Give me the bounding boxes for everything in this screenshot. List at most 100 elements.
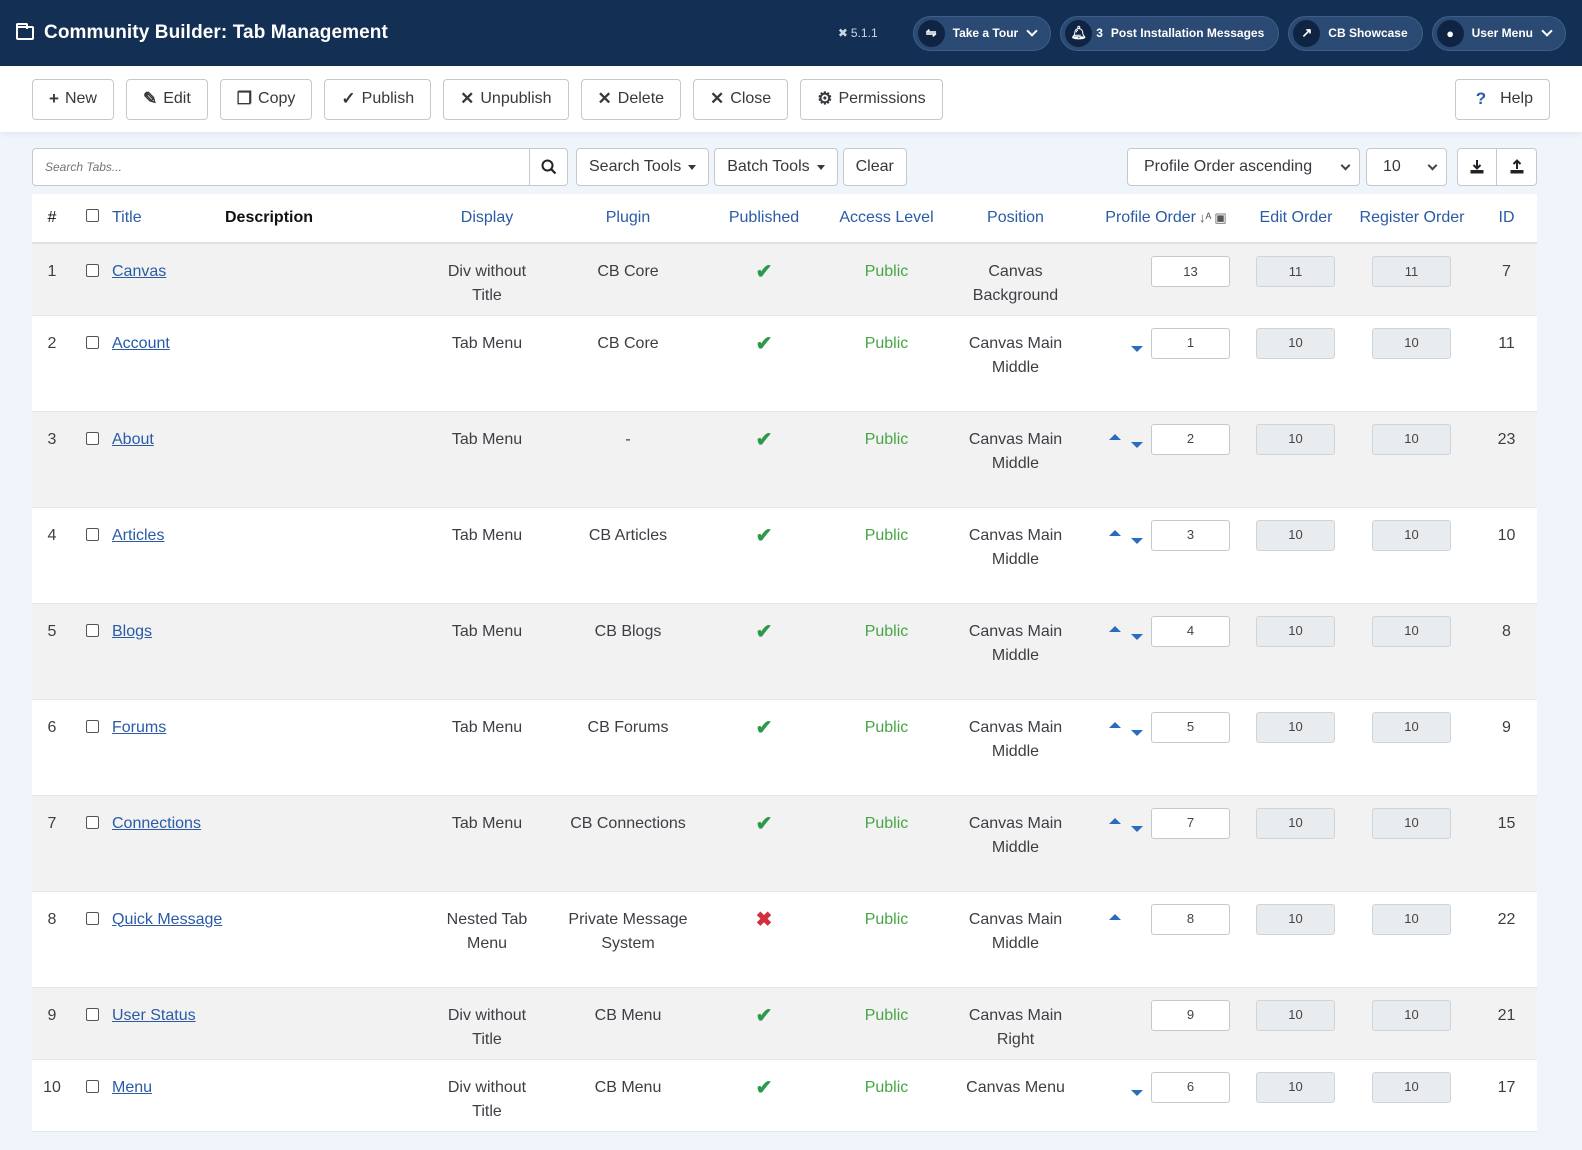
row-title-link[interactable]: Blogs	[112, 623, 152, 640]
row-profile-order: 4	[1088, 603, 1244, 699]
profile-order-input[interactable]: 13	[1151, 256, 1230, 287]
row-select	[72, 795, 112, 891]
search-button[interactable]	[529, 148, 568, 186]
row-checkbox[interactable]	[85, 335, 99, 349]
close-button[interactable]: ✕ Close	[693, 78, 789, 120]
table-row: 10 Menu Div without Title CB Menu ✔ Public Can…	[32, 1059, 1537, 1131]
col-plugin[interactable]: Plugin	[558, 194, 698, 243]
row-checkbox[interactable]	[85, 719, 99, 733]
published-check-icon[interactable]: ✔	[756, 261, 773, 283]
cb-showcase-button[interactable]: ↗ CB Showcase	[1288, 15, 1423, 51]
row-profile-order: 13	[1088, 243, 1244, 315]
row-num: 9	[47, 1006, 57, 1024]
ordering-select[interactable]: Profile Order ascending	[1127, 148, 1360, 186]
row-checkbox[interactable]	[85, 1007, 99, 1021]
col-id[interactable]: ID	[1476, 194, 1537, 243]
row-title-link[interactable]: About	[112, 431, 154, 448]
profile-order-input[interactable]: 1	[1151, 327, 1230, 359]
search-tools-button[interactable]: Search Tools	[576, 148, 710, 186]
published-check-icon[interactable]: ✔	[756, 621, 773, 643]
move-up-icon[interactable]	[1109, 817, 1121, 824]
move-down-icon[interactable]	[1131, 537, 1143, 544]
user-menu-button[interactable]: ● User Menu	[1431, 15, 1566, 51]
col-profile-order[interactable]: Profile Order ↓ᴬ ▣	[1088, 194, 1244, 243]
profile-order-input[interactable]: 7	[1151, 807, 1230, 839]
publish-button[interactable]: ✓ Publish	[324, 78, 432, 120]
row-title-link[interactable]: Articles	[112, 527, 164, 544]
col-title[interactable]: Title	[112, 194, 225, 243]
row-checkbox[interactable]	[85, 431, 99, 445]
row-title-link[interactable]: Canvas	[112, 263, 166, 280]
order-controls: 6	[1088, 1071, 1244, 1103]
row-title-link[interactable]: Quick Message	[112, 911, 222, 928]
row-title-link[interactable]: Forums	[112, 719, 166, 736]
edit-button[interactable]: ✎ Edit	[125, 78, 208, 120]
profile-order-input[interactable]: 5	[1151, 711, 1230, 743]
caret-down-icon	[816, 164, 825, 170]
row-checkbox[interactable]	[85, 911, 99, 925]
published-check-icon[interactable]: ✔	[756, 1005, 773, 1027]
row-title-link[interactable]: Account	[112, 335, 170, 352]
row-title-link[interactable]: Menu	[112, 1079, 152, 1096]
move-down-icon[interactable]	[1131, 1089, 1143, 1096]
copy-button[interactable]: ❐ Copy	[219, 78, 313, 120]
row-edit-order: 10	[1244, 507, 1348, 603]
export-button[interactable]	[1457, 148, 1497, 186]
import-button[interactable]	[1497, 148, 1537, 186]
move-up-icon[interactable]	[1109, 529, 1121, 536]
move-up-icon[interactable]	[1109, 913, 1121, 920]
move-down-icon[interactable]	[1131, 825, 1143, 832]
move-up-icon[interactable]	[1109, 625, 1121, 632]
move-up-icon[interactable]	[1109, 721, 1121, 728]
order-controls: 2	[1088, 423, 1244, 455]
row-title-link[interactable]: User Status	[112, 1007, 196, 1024]
col-position[interactable]: Position	[943, 194, 1088, 243]
row-checkbox[interactable]	[85, 623, 99, 637]
profile-order-input[interactable]: 8	[1151, 903, 1230, 935]
post-installation-messages-button[interactable]: 🔔︎ 3 Post Installation Messages	[1060, 15, 1280, 51]
select-all-checkbox[interactable]	[85, 209, 99, 222]
profile-order-input[interactable]: 2	[1151, 423, 1230, 455]
row-checkbox[interactable]	[85, 815, 99, 829]
unpublish-button[interactable]: ✕ Unpublish	[443, 78, 569, 120]
row-description	[225, 603, 416, 699]
col-register-order[interactable]: Register Order	[1348, 194, 1476, 243]
profile-order-input[interactable]: 9	[1151, 999, 1230, 1031]
delete-button[interactable]: ✕ Delete	[580, 78, 682, 120]
col-edit-order[interactable]: Edit Order	[1244, 194, 1348, 243]
permissions-button[interactable]: ⚙ Permissions	[800, 78, 943, 120]
move-up-icon[interactable]	[1109, 433, 1121, 440]
col-access-level[interactable]: Access Level	[830, 194, 943, 243]
row-title-link[interactable]: Connections	[112, 815, 201, 832]
tabs-table: # Title Description Display Plugin Publi…	[32, 194, 1537, 1132]
row-checkbox[interactable]	[85, 527, 99, 541]
clear-button[interactable]: Clear	[842, 148, 907, 186]
row-checkbox[interactable]	[85, 264, 99, 277]
new-button[interactable]: + New	[32, 78, 114, 120]
move-down-icon[interactable]	[1131, 633, 1143, 640]
unpublished-times-icon[interactable]: ✖	[756, 909, 773, 931]
row-id: 8	[1502, 622, 1511, 640]
move-down-icon[interactable]	[1131, 729, 1143, 736]
col-display[interactable]: Display	[416, 194, 558, 243]
move-down-icon[interactable]	[1131, 345, 1143, 352]
row-checkbox[interactable]	[85, 1079, 99, 1093]
search-input[interactable]	[32, 148, 529, 186]
published-check-icon[interactable]: ✔	[756, 1077, 773, 1099]
profile-order-input[interactable]: 6	[1151, 1071, 1230, 1103]
col-published[interactable]: Published	[698, 194, 830, 243]
published-check-icon[interactable]: ✔	[756, 717, 773, 739]
batch-tools-button[interactable]: Batch Tools	[714, 148, 838, 186]
limit-select[interactable]: 10	[1366, 148, 1447, 186]
profile-order-input[interactable]: 4	[1151, 615, 1230, 647]
profile-order-input[interactable]: 3	[1151, 519, 1230, 551]
published-check-icon[interactable]: ✔	[756, 429, 773, 451]
page-title: Community Builder: Tab Management	[44, 22, 388, 43]
published-check-icon[interactable]: ✔	[756, 813, 773, 835]
published-check-icon[interactable]: ✔	[756, 525, 773, 547]
help-button[interactable]: ? Help	[1454, 78, 1550, 120]
save-order-icon[interactable]: ▣	[1214, 210, 1226, 225]
move-down-icon[interactable]	[1131, 441, 1143, 448]
take-a-tour-button[interactable]: ⇋ Take a Tour	[912, 15, 1052, 51]
published-check-icon[interactable]: ✔	[756, 333, 773, 355]
